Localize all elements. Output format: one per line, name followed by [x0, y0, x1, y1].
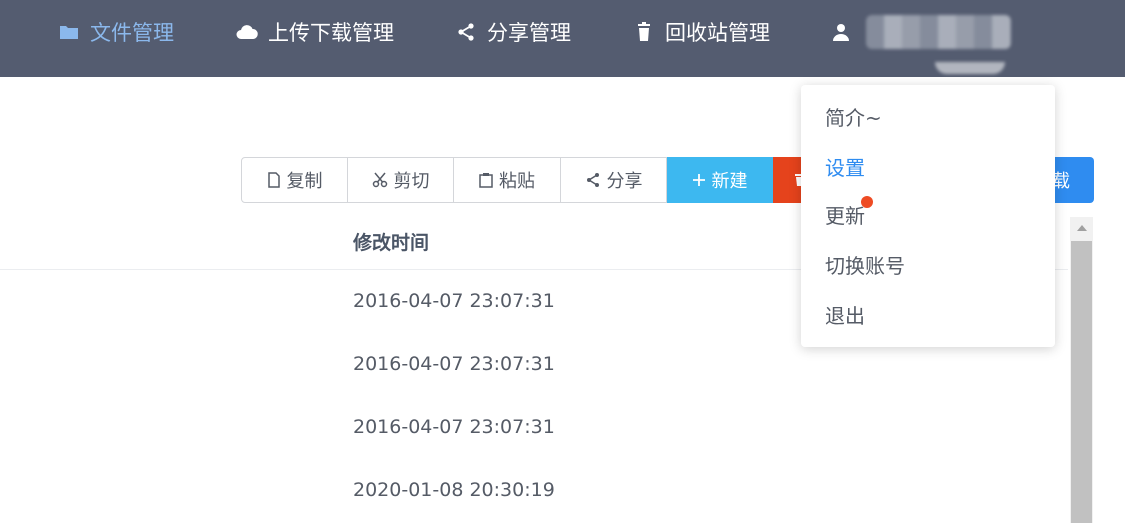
cloud-icon: [236, 21, 258, 43]
user-name-blurred: [866, 15, 1011, 49]
user-menu-caret-blurred: [935, 62, 1005, 74]
nav-upload-download-management[interactable]: 上传下载管理: [236, 0, 394, 64]
table-scrollbar[interactable]: [1070, 217, 1093, 523]
scroll-up-arrow-icon[interactable]: [1070, 217, 1093, 239]
menu-item-update[interactable]: 更新: [825, 201, 865, 231]
user-dropdown-menu: 简介~ 设置 更新 切换账号 退出: [801, 85, 1055, 347]
cut-button[interactable]: 剪切: [348, 157, 454, 203]
paste-button-label: 粘贴: [499, 171, 535, 192]
nav-upload-download-label: 上传下载管理: [268, 21, 394, 45]
nav-share-management[interactable]: 分享管理: [455, 0, 571, 64]
menu-item-switch-account[interactable]: 切换账号: [825, 251, 905, 281]
modified-time-cell: 2016-04-07 23:07:31: [353, 290, 555, 312]
modified-time-cell: 2016-04-07 23:07:31: [353, 416, 555, 438]
copy-button[interactable]: 复制: [241, 157, 348, 203]
document-icon: [267, 172, 281, 188]
menu-item-logout[interactable]: 退出: [825, 301, 865, 331]
nav-share-label: 分享管理: [487, 21, 571, 45]
table-row[interactable]: 2016-04-07 23:07:31: [0, 396, 1068, 459]
nav-user-menu[interactable]: [830, 0, 1011, 64]
app-root: 文件管理 上传下载管理 分享管理 回收站管理 复制 剪切 粘贴 分享 新建 载 …: [0, 0, 1125, 523]
new-button[interactable]: 新建: [667, 157, 773, 203]
user-icon: [830, 21, 852, 43]
share-icon: [455, 21, 477, 43]
menu-item-profile[interactable]: 简介~: [825, 103, 882, 133]
nav-file-management-label: 文件管理: [90, 21, 174, 45]
plus-icon: [692, 173, 706, 187]
nav-file-management[interactable]: 文件管理: [58, 0, 174, 64]
copy-button-label: 复制: [286, 171, 323, 192]
scissors-icon: [372, 172, 388, 188]
cut-button-label: 剪切: [393, 171, 430, 192]
clipboard-icon: [479, 172, 493, 188]
column-header-modified-time[interactable]: 修改时间: [353, 217, 429, 269]
paste-button[interactable]: 粘贴: [454, 157, 561, 203]
update-badge-dot: [861, 196, 873, 208]
trash-icon: [633, 21, 655, 43]
share-button[interactable]: 分享: [561, 157, 667, 203]
folder-icon: [58, 21, 80, 43]
nav-recycle-bin-label: 回收站管理: [665, 21, 770, 45]
modified-time-cell: 2020-01-08 20:30:19: [353, 479, 555, 501]
menu-item-settings[interactable]: 设置: [825, 153, 865, 183]
scrollbar-thumb[interactable]: [1071, 241, 1092, 523]
table-row[interactable]: 2020-01-08 20:30:19: [0, 459, 1068, 522]
modified-time-cell: 2016-04-07 23:07:31: [353, 353, 555, 375]
new-button-label: 新建: [711, 171, 748, 192]
top-nav-bar: 文件管理 上传下载管理 分享管理 回收站管理: [0, 0, 1125, 77]
share-icon: [585, 172, 601, 188]
nav-recycle-bin-management[interactable]: 回收站管理: [633, 0, 770, 64]
share-button-label: 分享: [606, 171, 643, 192]
file-toolbar: 复制 剪切 粘贴 分享 新建: [241, 157, 833, 203]
